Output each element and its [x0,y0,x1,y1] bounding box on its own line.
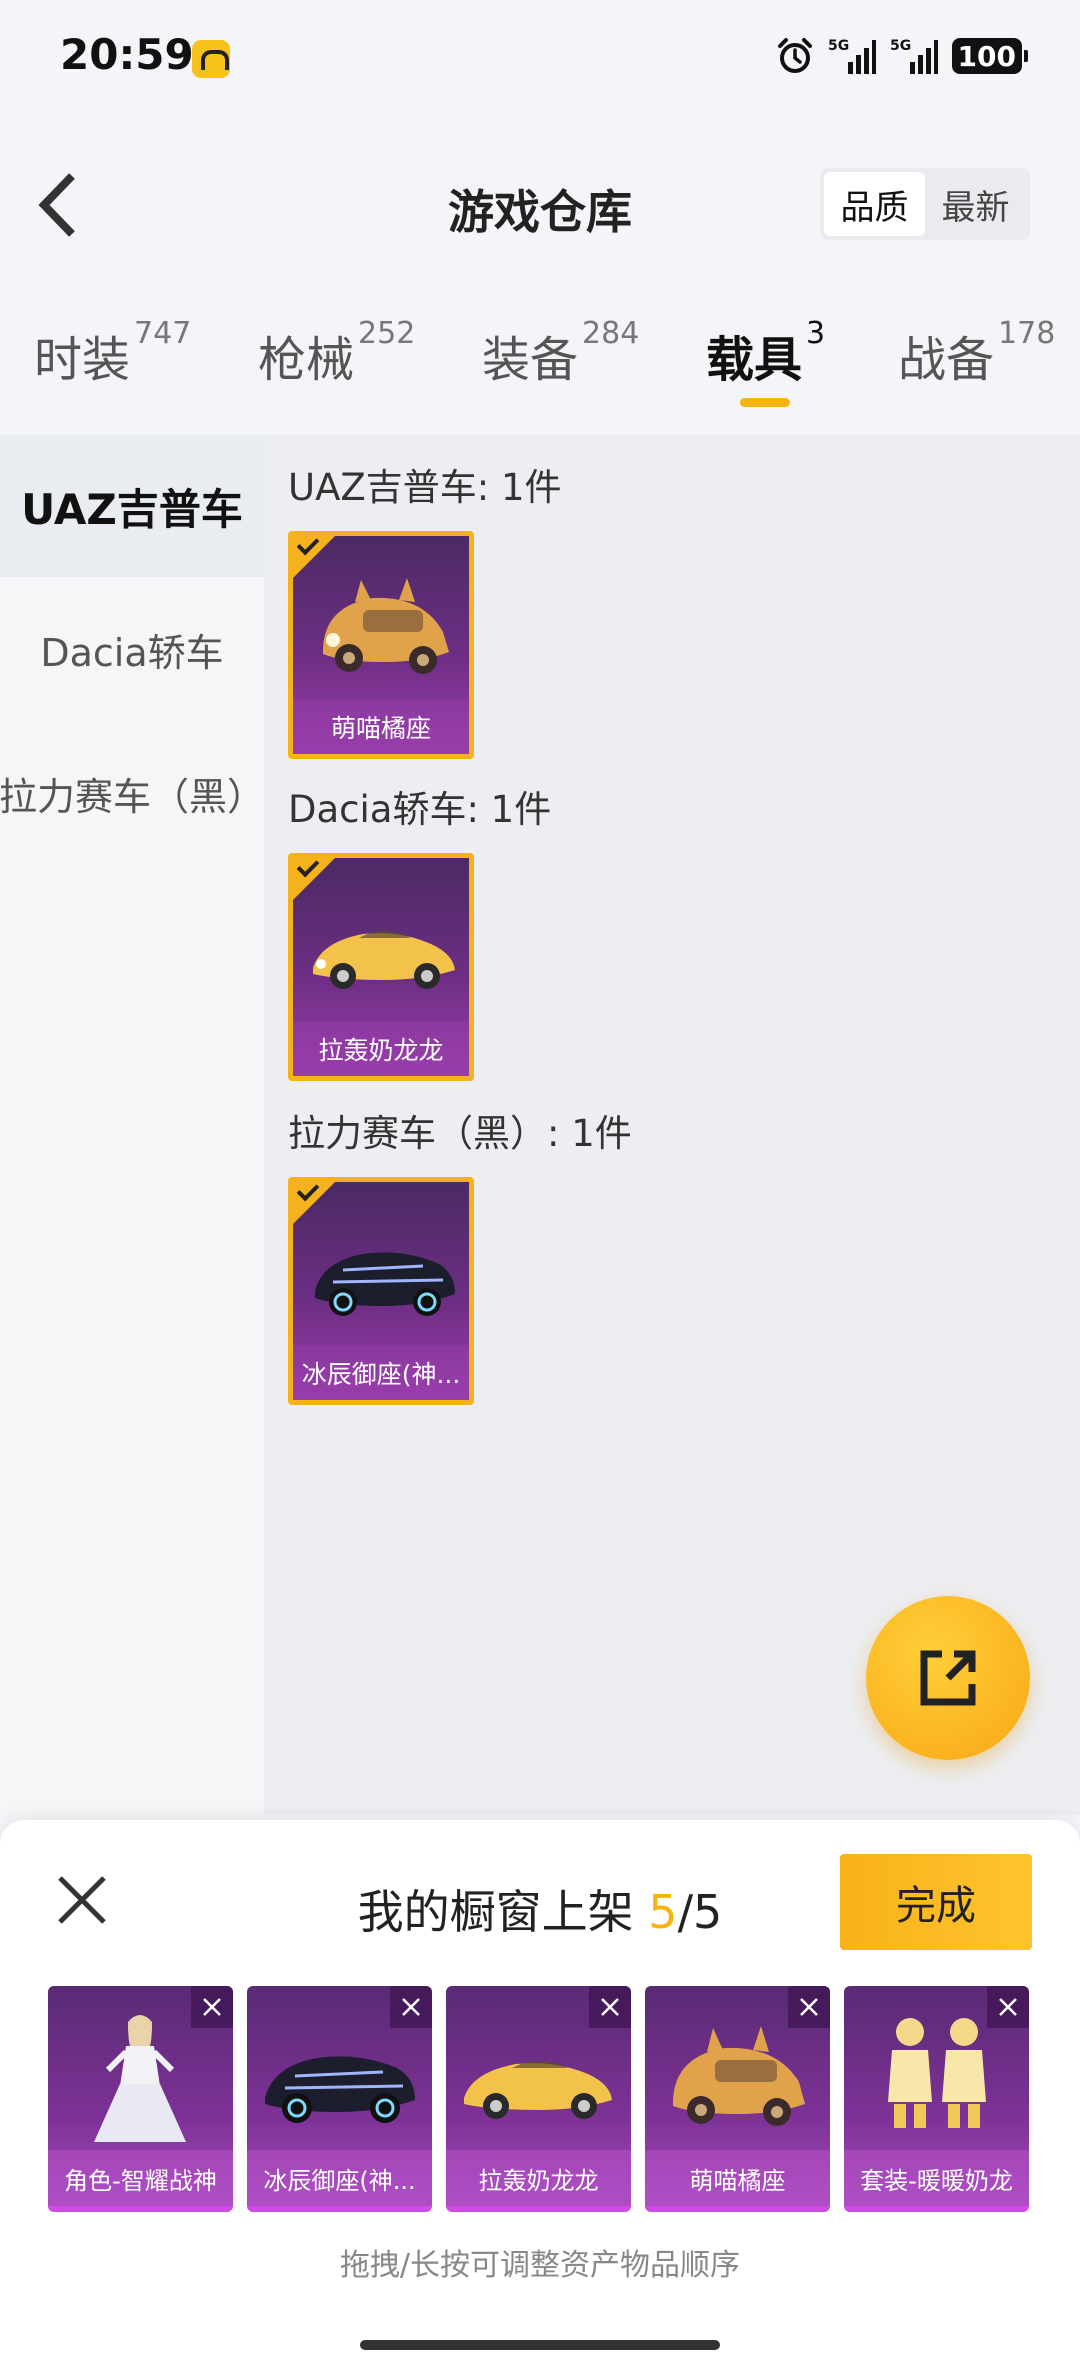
sort-toggle: 品质 最新 [820,168,1030,240]
signal-5g-icon: 5G [828,38,876,74]
remove-icon[interactable] [987,1986,1029,2028]
vehicle-card-label: 萌喵橘座 [293,700,469,754]
shelf-item-label: 拉轰奶龙龙 [446,2150,631,2206]
header: 游戏仓库 品质 最新 [0,150,1080,260]
svg-text:5G: 5G [890,38,911,54]
shelf-item-label: 冰辰御座(神... [247,2150,432,2206]
shelf-item[interactable]: 角色-智耀战神 [48,1986,233,2212]
remove-icon[interactable] [390,1986,432,2028]
group-title-uaz: UAZ吉普车: 1件 [288,466,562,509]
remove-icon[interactable] [589,1986,631,2028]
share-button[interactable] [866,1596,1030,1760]
status-time: 20:59 [60,30,194,79]
cat-beetle-car-icon [323,578,449,674]
sidebar-item-dacia[interactable]: Dacia轿车 [0,577,264,721]
svg-text:5G: 5G [828,38,849,54]
black-rally-car-icon [315,1252,455,1316]
active-tab-indicator [740,398,790,407]
sidebar-item-rally[interactable]: 拉力赛车（黑） [0,721,265,865]
category-tabs: 时装 747 枪械 252 装备 284 载具 3 战备 178 [0,310,1080,420]
vehicle-card-label: 拉轰奶龙龙 [293,1022,469,1076]
tab-vehicles[interactable]: 载具 3 [706,316,825,390]
vehicle-card[interactable]: 冰辰御座(神... [288,1177,474,1405]
shelf-item[interactable]: 冰辰御座(神... [247,1986,432,2212]
status-indicators: 5G 5G 100 [776,36,1029,76]
signal-5g-data-icon: 5G [890,38,938,74]
sidebar-item-uaz[interactable]: UAZ吉普车 [0,435,264,577]
reorder-hint: 拖拽/长按可调整资产物品顺序 [339,2248,741,2283]
vehicle-type-sidebar: UAZ吉普车 Dacia轿车 拉力赛车（黑） [0,435,265,1815]
shelf-item[interactable]: 拉轰奶龙龙 [446,1986,631,2212]
home-indicator[interactable] [360,2340,720,2350]
remove-icon[interactable] [788,1986,830,2028]
shelf-item-label: 萌喵橘座 [645,2150,830,2206]
app-notification-icon [192,40,230,78]
shelf-item-label: 角色-智耀战神 [48,2150,233,2206]
shelf-item[interactable]: 萌喵橘座 [645,1986,830,2212]
sort-quality-option[interactable]: 品质 [824,172,925,236]
vehicle-card[interactable]: 萌喵橘座 [288,531,474,759]
status-bar: 20:59 5G 5G 100 [0,0,1080,118]
vehicle-card-label: 冰辰御座(神... [293,1346,469,1400]
group-title-dacia: Dacia轿车: 1件 [288,788,552,831]
sort-newest-option[interactable]: 最新 [925,172,1026,236]
alarm-icon [777,38,812,73]
group-title-rally: 拉力赛车（黑）: 1件 [288,1112,632,1155]
tab-equipment[interactable]: 装备 284 [482,316,639,390]
battery-indicator: 100 [951,38,1029,74]
remove-icon[interactable] [191,1986,233,2028]
shelf-item[interactable]: 套装-暖暖奶龙 [844,1986,1029,2212]
showcase-count: 5 [648,1885,678,1939]
showcase-panel: 我的橱窗上架 5/5 完成 角色-智耀战神 冰辰御座(神... 拉轰奶龙龙 萌喵… [0,1820,1080,2376]
tab-guns[interactable]: 枪械 252 [258,316,415,390]
vehicle-card[interactable]: 拉轰奶龙龙 [288,853,474,1081]
tab-battle-prep[interactable]: 战备 178 [898,316,1055,390]
tab-fashion[interactable]: 时装 747 [34,316,191,390]
shelf-item-label: 套装-暖暖奶龙 [844,2150,1029,2206]
yellow-sports-car-icon [313,931,455,989]
showcase-shelf: 角色-智耀战神 冰辰御座(神... 拉轰奶龙龙 萌喵橘座 套装-暖暖奶龙 [48,1986,1029,2212]
done-button[interactable]: 完成 [840,1854,1032,1950]
share-icon [920,1650,976,1706]
